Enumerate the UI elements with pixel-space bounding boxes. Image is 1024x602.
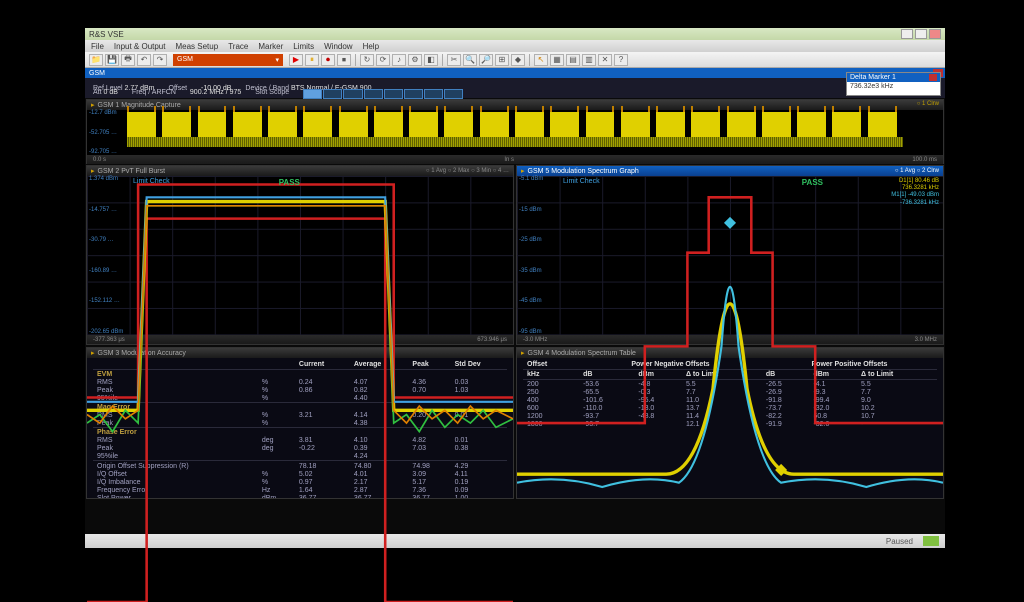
maximize-button[interactable] (915, 29, 927, 39)
tb-print-icon[interactable]: 🖶 (121, 54, 135, 66)
tb-tool2-icon[interactable]: ◧ (424, 54, 438, 66)
channel-selector[interactable]: GSM▾ (173, 54, 283, 66)
tb-marker-icon[interactable]: ◆ (511, 54, 525, 66)
record-icon[interactable]: ⏺ (321, 54, 335, 66)
spectrum-panel: ▸GSM 5 Modulation Spectrum Graph○ 1 Avg … (516, 165, 944, 345)
titlebar: R&S VSE (85, 28, 945, 40)
pvt-panel: ▸GSM 2 PvT Full Burst○ 1 Avg ○ 2 Max ○ 3… (86, 165, 514, 345)
menu-limits[interactable]: Limits (293, 42, 314, 51)
menu-window[interactable]: Window (324, 42, 352, 51)
cursor-icon[interactable]: ↖ (534, 54, 548, 66)
spectrum-chart[interactable]: -5.1 dBm -15 dBm -25 dBm -35 dBm -45 dBm… (517, 176, 943, 335)
tb-cut-icon[interactable]: ✂ (447, 54, 461, 66)
tb-layout1-icon[interactable]: ▦ (550, 54, 564, 66)
minimize-button[interactable] (901, 29, 913, 39)
tb-single-icon[interactable]: ⟳ (376, 54, 390, 66)
pvt-chart[interactable]: 1.374 dBm -14.757 … -30.79 … -160.89 … -… (87, 176, 513, 335)
tb-open-icon[interactable]: 📁 (89, 54, 103, 66)
tb-cycle-icon[interactable]: ↻ (360, 54, 374, 66)
tb-note-icon[interactable]: ♪ (392, 54, 406, 66)
slot-scope[interactable] (303, 89, 463, 99)
menu-io[interactable]: Input & Output (114, 42, 166, 51)
toolbar: 📁 💾 🖶 ↶ ↷ GSM▾ ▶ ⏸ ⏺ ⏹ ↻ ⟳ ♪ ⚙ ◧ ✂ 🔍 🔎 ⊞… (85, 52, 945, 68)
menu-trace[interactable]: Trace (228, 42, 248, 51)
spectrum-pass-label: PASS (802, 178, 823, 187)
info-strip: Ref Level 2.77 dBm Offset -10.00 dB Devi… (85, 78, 945, 98)
menu-help[interactable]: Help (363, 42, 379, 51)
tb-help-icon[interactable]: ? (614, 54, 628, 66)
tb-undo-icon[interactable]: ↶ (137, 54, 151, 66)
channel-header: GSM (85, 68, 945, 78)
tb-delete-icon[interactable]: ✕ (598, 54, 612, 66)
tb-zoom-out-icon[interactable]: 🔎 (479, 54, 493, 66)
tb-save-icon[interactable]: 💾 (105, 54, 119, 66)
delta-close-icon[interactable] (929, 74, 937, 81)
tb-fit-icon[interactable]: ⊞ (495, 54, 509, 66)
stop-icon[interactable]: ⏹ (337, 54, 351, 66)
tb-zoom-in-icon[interactable]: 🔍 (463, 54, 477, 66)
tb-layout2-icon[interactable]: ▤ (566, 54, 580, 66)
tb-redo-icon[interactable]: ↷ (153, 54, 167, 66)
tb-layout3-icon[interactable]: ▥ (582, 54, 596, 66)
marker-readout: D1[1] 80.46 dB 736.3281 kHz M1[1] -49.03… (891, 178, 939, 207)
pvt-pass-label: PASS (279, 178, 300, 187)
expand-icon[interactable]: ▸ (91, 167, 95, 175)
expand-icon[interactable]: ▸ (91, 101, 95, 109)
pvt-title: GSM 2 PvT Full Burst (98, 168, 166, 175)
magnitude-capture-panel: ▸GSM 1 Magnitude Capture○ 1 Clrw -12.7 d… (86, 99, 944, 164)
tb-tool1-icon[interactable]: ⚙ (408, 54, 422, 66)
menu-file[interactable]: File (91, 42, 104, 51)
menubar: File Input & Output Meas Setup Trace Mar… (85, 40, 945, 52)
capture-title: GSM 1 Magnitude Capture (98, 102, 181, 109)
close-button[interactable] (929, 29, 941, 39)
spectrum-title: GSM 5 Modulation Spectrum Graph (528, 168, 639, 175)
delta-marker-panel[interactable]: Delta Marker 1 736.32e3 kHz (846, 72, 941, 96)
capture-chart[interactable]: -12.7 dBm -52.705 … -92.705 … (87, 110, 943, 155)
menu-marker[interactable]: Marker (258, 42, 283, 51)
app-window: R&S VSE File Input & Output Meas Setup T… (85, 28, 945, 548)
expand-icon[interactable]: ▸ (521, 167, 525, 175)
app-title: R&S VSE (89, 30, 124, 39)
play-icon[interactable]: ▶ (289, 54, 303, 66)
menu-meas[interactable]: Meas Setup (175, 42, 218, 51)
pause-icon[interactable]: ⏸ (305, 54, 319, 66)
channel-header-label: GSM (89, 70, 105, 77)
